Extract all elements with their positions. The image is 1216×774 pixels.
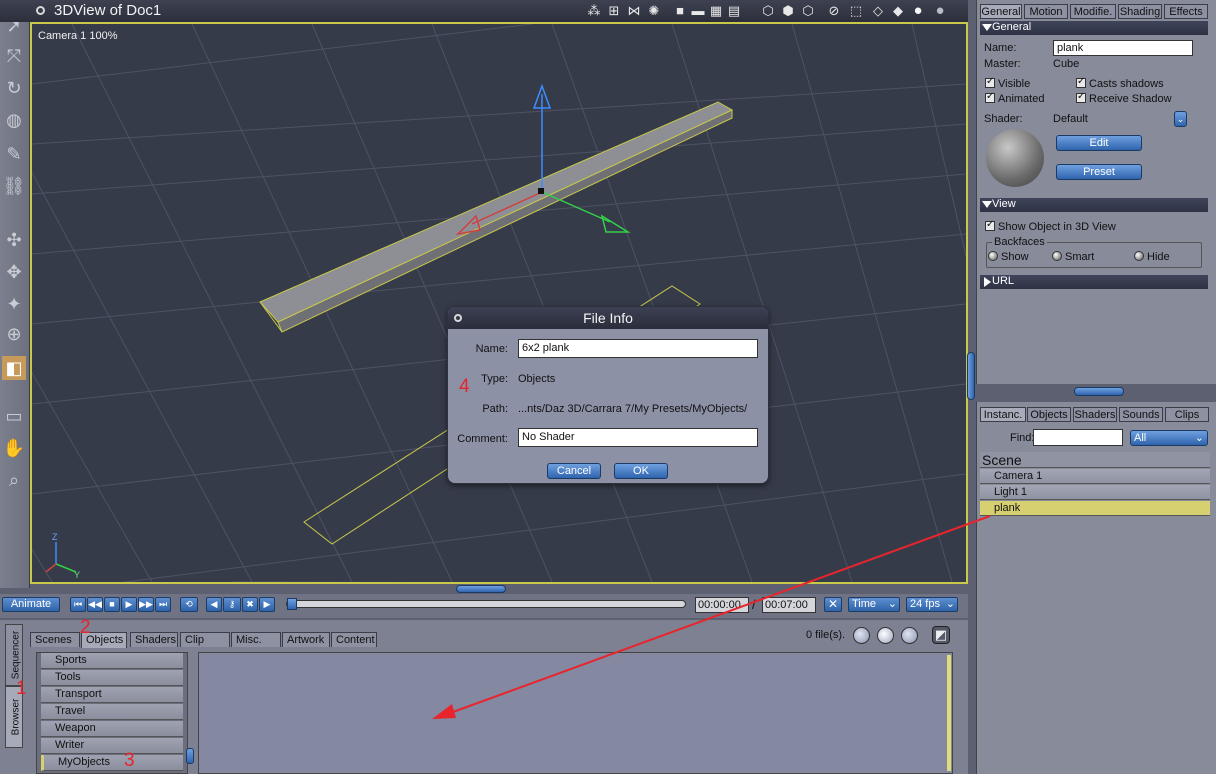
annotation-3: 3 [124, 750, 135, 771]
annotation-2: 2 [80, 617, 91, 638]
annotation-arrow [432, 515, 991, 719]
annotation-4: 4 [459, 376, 470, 397]
annotation-1: 1 [16, 678, 27, 699]
